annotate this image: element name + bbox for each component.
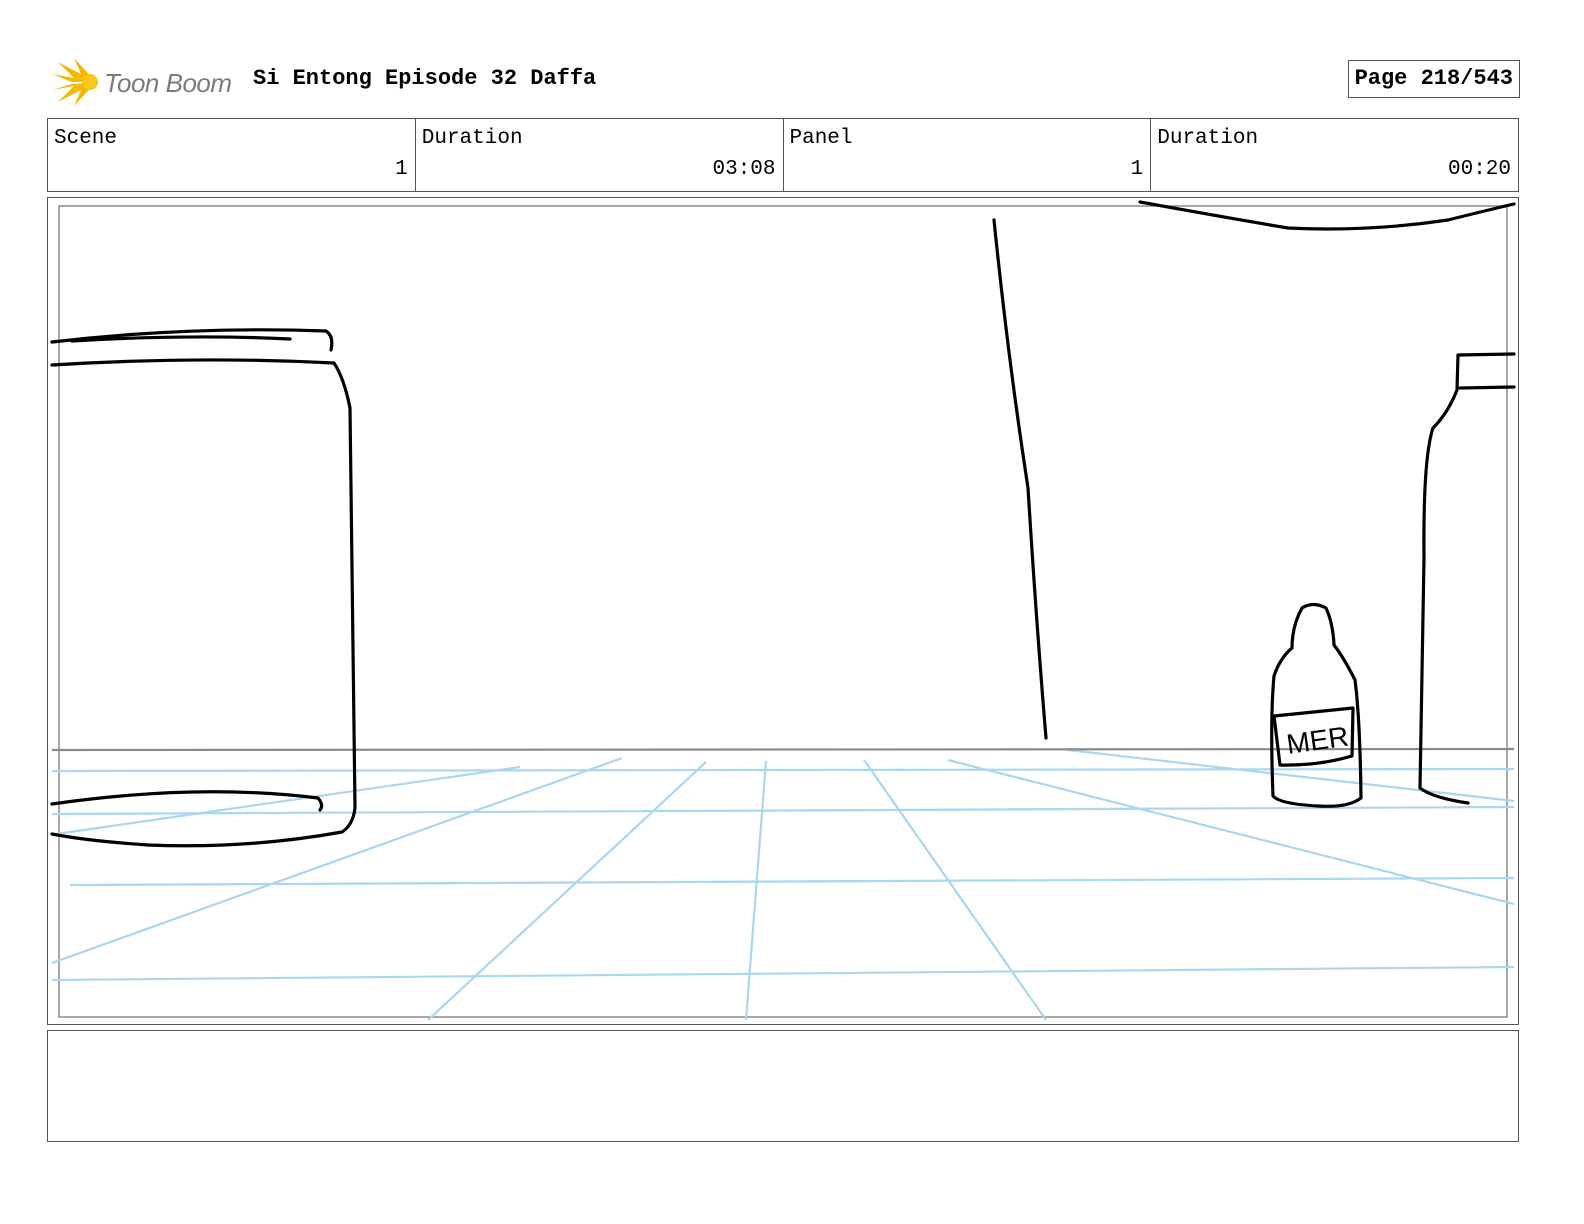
scene-info-row: Scene 1 Duration 03:08 Panel 1 Duration … — [47, 118, 1519, 192]
jar-outline — [50, 328, 357, 848]
bottle-label-text: MER — [1285, 721, 1351, 760]
scene-cell: Scene 1 — [48, 119, 416, 191]
document-title: Si Entong Episode 32 Daffa — [253, 66, 597, 91]
panel-sketch: MER — [50, 200, 1516, 1021]
toon-boom-logo: Toon Boom — [48, 56, 238, 108]
panel-notes — [47, 1030, 1519, 1142]
panel-duration-label: Duration — [1157, 127, 1259, 150]
floor-grid — [51, 748, 1515, 1021]
toon-boom-star-icon — [52, 58, 98, 106]
scene-duration-value: 03:08 — [712, 158, 776, 181]
panel-duration-cell: Duration 00:20 — [1151, 119, 1518, 191]
scene-value: 1 — [395, 158, 408, 181]
panel-cell: Panel 1 — [784, 119, 1152, 191]
panel-label: Panel — [789, 127, 853, 150]
safe-frame — [58, 205, 1508, 1018]
logo-text: Toon Boom — [104, 68, 232, 98]
page-indicator: Page 218/543 — [1347, 60, 1520, 98]
scene-duration-cell: Duration 03:08 — [416, 119, 784, 191]
big-bottle-neck — [1458, 385, 1516, 390]
scene-duration-label: Duration — [421, 127, 523, 150]
big-bottle-outline — [1418, 352, 1516, 805]
panel-value: 1 — [1130, 158, 1144, 181]
storyboard-header: Toon Boom Si Entong Episode 32 Daffa Pag… — [48, 52, 1520, 108]
small-bottle-outline — [1270, 602, 1363, 808]
storyboard-panel: MER — [47, 197, 1519, 1025]
scene-label: Scene — [54, 127, 118, 150]
panel-duration-value: 00:20 — [1447, 158, 1511, 181]
vertical-line — [992, 218, 1048, 740]
